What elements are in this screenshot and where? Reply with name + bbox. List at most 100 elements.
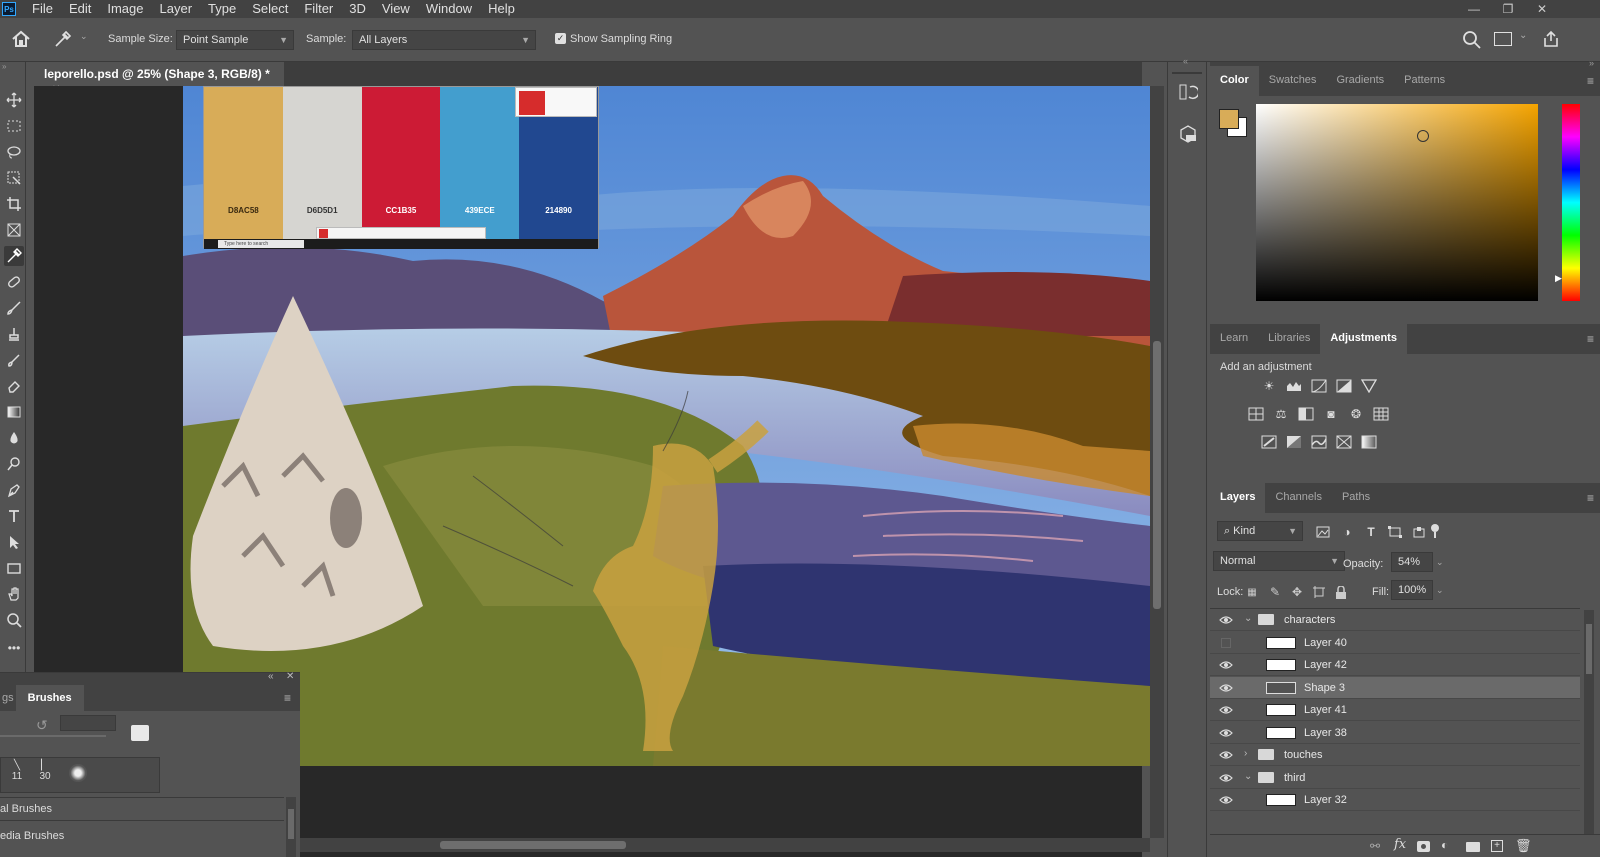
layer-row[interactable]: Layer 42 bbox=[1210, 654, 1580, 676]
menu-view[interactable]: View bbox=[374, 0, 418, 18]
tab-color[interactable]: Color bbox=[1210, 66, 1259, 96]
new-adjustment-layer-icon[interactable]: ◐ bbox=[1441, 838, 1448, 852]
new-layer-icon[interactable]: + bbox=[1491, 840, 1503, 852]
pen-tool-icon[interactable] bbox=[4, 480, 24, 500]
hand-tool-icon[interactable] bbox=[4, 584, 24, 604]
reset-icon[interactable]: ↺ bbox=[36, 717, 48, 734]
eyedropper-tool-icon[interactable] bbox=[52, 28, 74, 53]
invert-icon[interactable] bbox=[1260, 434, 1278, 450]
expand-icon[interactable]: « bbox=[1183, 56, 1188, 66]
foreground-color-swatch[interactable] bbox=[1219, 109, 1239, 129]
move-tool-icon[interactable] bbox=[4, 90, 24, 110]
lock-transparent-icon[interactable]: ▦ bbox=[1243, 584, 1261, 600]
gradient-icon[interactable] bbox=[4, 402, 24, 422]
filter-adjustment-icon[interactable]: ◑ bbox=[1338, 524, 1356, 540]
lock-all-icon[interactable] bbox=[1332, 584, 1350, 600]
menu-type[interactable]: Type bbox=[200, 0, 244, 18]
add-mask-icon[interactable] bbox=[1417, 841, 1430, 852]
brush-preset-2[interactable]: ▏ 30 bbox=[35, 760, 55, 782]
sample-size-select[interactable]: Point Sample ▼ bbox=[176, 30, 294, 50]
menu-layer[interactable]: Layer bbox=[152, 0, 201, 18]
filter-smart-object-icon[interactable] bbox=[1410, 524, 1428, 540]
object-selection-tool-icon[interactable] bbox=[4, 168, 24, 188]
horizontal-scroll-thumb[interactable] bbox=[440, 841, 626, 849]
layer-row[interactable]: Layer 32 bbox=[1210, 789, 1580, 811]
eye-icon[interactable] bbox=[1219, 613, 1233, 627]
blur-tool-icon[interactable] bbox=[4, 428, 24, 448]
eraser-icon[interactable] bbox=[4, 376, 24, 396]
tab-layers[interactable]: Layers bbox=[1210, 483, 1266, 513]
vibrance-icon[interactable] bbox=[1360, 378, 1378, 394]
delete-layer-icon[interactable]: 🗑 bbox=[1515, 838, 1532, 854]
document-tab[interactable]: leporello.psd @ 25% (Shape 3, RGB/8) * ✕ bbox=[34, 62, 284, 95]
tab-brushes[interactable]: Brushes bbox=[15, 685, 84, 711]
tab-gradients[interactable]: Gradients bbox=[1326, 66, 1394, 96]
clone-stamp-icon[interactable] bbox=[4, 324, 24, 344]
chevron-down-icon[interactable]: ⌄ bbox=[1519, 30, 1527, 41]
link-layers-icon[interactable]: ⚯ bbox=[1370, 839, 1380, 853]
photo-filter-icon[interactable]: ◙ bbox=[1322, 406, 1340, 422]
lasso-tool-icon[interactable] bbox=[4, 142, 24, 162]
history-panel-icon[interactable] bbox=[1178, 82, 1200, 105]
tab-libraries[interactable]: Libraries bbox=[1258, 324, 1320, 354]
frame-tool-icon[interactable] bbox=[4, 220, 24, 240]
filter-pixel-icon[interactable] bbox=[1314, 524, 1332, 540]
restore-button[interactable]: ❐ bbox=[1491, 0, 1525, 18]
panel-menu-icon[interactable]: ≡ bbox=[284, 691, 291, 705]
close-window-button[interactable]: ✕ bbox=[1525, 0, 1559, 18]
eye-icon[interactable] bbox=[1219, 681, 1233, 695]
layer-row[interactable]: Layer 40 bbox=[1210, 632, 1580, 654]
eye-icon[interactable] bbox=[1219, 748, 1233, 762]
tab-adjustments[interactable]: Adjustments bbox=[1320, 324, 1407, 354]
menu-file[interactable]: File bbox=[24, 0, 61, 18]
brush-size-slider[interactable] bbox=[0, 735, 106, 737]
menu-image[interactable]: Image bbox=[99, 0, 151, 18]
layer-group-row[interactable]: ⌄ characters bbox=[1210, 609, 1580, 631]
tab-paths[interactable]: Paths bbox=[1332, 483, 1380, 513]
hue-slider-handle-icon[interactable]: ▶ bbox=[1555, 273, 1562, 284]
blend-mode-select[interactable]: Normal ▼ bbox=[1213, 551, 1345, 571]
3d-panel-icon[interactable] bbox=[1178, 124, 1198, 147]
eye-icon[interactable] bbox=[1219, 771, 1233, 785]
menu-window[interactable]: Window bbox=[418, 0, 480, 18]
color-field[interactable] bbox=[1256, 104, 1538, 301]
hue-slider[interactable] bbox=[1562, 104, 1580, 301]
vertical-scrollbar[interactable] bbox=[1150, 86, 1164, 838]
close-icon[interactable]: ✕ bbox=[286, 671, 294, 682]
share-icon[interactable] bbox=[1541, 29, 1561, 52]
new-brush-icon[interactable] bbox=[131, 725, 149, 741]
panel-menu-icon[interactable]: ≡ bbox=[1587, 74, 1594, 88]
exposure-icon[interactable] bbox=[1335, 378, 1353, 394]
tab-brush-settings[interactable]: gs bbox=[0, 685, 16, 711]
eye-icon[interactable] bbox=[1219, 703, 1233, 717]
curves-icon[interactable] bbox=[1310, 378, 1328, 394]
chevron-down-icon[interactable]: ⌄ bbox=[1244, 613, 1252, 624]
history-brush-icon[interactable] bbox=[4, 350, 24, 370]
marquee-tool-icon[interactable] bbox=[4, 116, 24, 136]
sample-select[interactable]: All Layers ▼ bbox=[352, 30, 536, 50]
layer-row[interactable]: Layer 41 bbox=[1210, 699, 1580, 721]
lock-artboard-icon[interactable] bbox=[1310, 584, 1328, 600]
brushes-scroll-thumb[interactable] bbox=[288, 809, 294, 839]
layer-row[interactable]: Layer 38 bbox=[1210, 722, 1580, 744]
filter-shape-icon[interactable] bbox=[1386, 524, 1404, 540]
posterize-icon[interactable] bbox=[1285, 434, 1303, 450]
color-balance-icon[interactable]: ⚖ bbox=[1272, 406, 1290, 422]
panel-menu-icon[interactable]: ≡ bbox=[1587, 332, 1594, 346]
lock-image-icon[interactable]: ✎ bbox=[1266, 584, 1284, 600]
color-lookup-icon[interactable] bbox=[1372, 406, 1390, 422]
hue-saturation-icon[interactable] bbox=[1247, 406, 1265, 422]
collapse-icon[interactable]: « bbox=[268, 671, 274, 682]
chevron-right-icon[interactable]: › bbox=[1244, 748, 1247, 759]
eye-icon[interactable] bbox=[1219, 793, 1233, 807]
eye-icon[interactable] bbox=[1219, 658, 1233, 672]
levels-icon[interactable] bbox=[1285, 378, 1303, 394]
brush-tool-icon[interactable] bbox=[4, 298, 24, 318]
channel-mixer-icon[interactable]: ❂ bbox=[1347, 406, 1365, 422]
layers-scroll-thumb[interactable] bbox=[1586, 624, 1592, 674]
panel-menu-icon[interactable]: ≡ bbox=[1587, 491, 1594, 505]
lock-position-icon[interactable]: ✥ bbox=[1288, 584, 1306, 600]
color-picker-ring[interactable] bbox=[1417, 130, 1429, 142]
menu-edit[interactable]: Edit bbox=[61, 0, 99, 18]
more-tools-icon[interactable]: ••• bbox=[4, 638, 24, 658]
